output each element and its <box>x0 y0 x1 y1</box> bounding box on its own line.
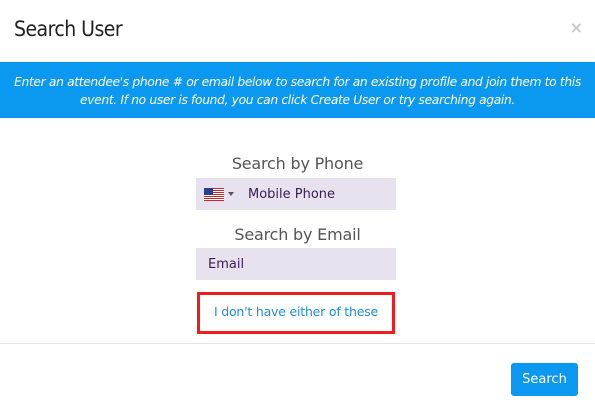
email-section-label: Search by Email <box>234 225 361 244</box>
no-info-link[interactable]: I don't have either of these <box>197 292 395 334</box>
phone-section-label: Search by Phone <box>231 154 364 173</box>
search-button[interactable]: Search <box>511 363 578 396</box>
info-banner: Enter an attendee's phone # or email bel… <box>0 62 595 118</box>
dialog-title: Search User <box>14 17 123 41</box>
search-user-dialog: Search User × Enter an attendee's phone … <box>0 0 595 414</box>
close-icon[interactable]: × <box>570 20 583 36</box>
country-code-selector[interactable] <box>204 178 238 210</box>
chevron-down-icon <box>228 192 234 196</box>
footer-divider <box>0 343 595 344</box>
phone-input[interactable] <box>248 178 392 210</box>
info-banner-text: Enter an attendee's phone # or email bel… <box>14 75 581 107</box>
phone-field <box>196 178 396 210</box>
dialog-header: Search User × <box>0 0 595 62</box>
email-input[interactable] <box>196 248 396 280</box>
us-flag-icon <box>204 187 224 201</box>
